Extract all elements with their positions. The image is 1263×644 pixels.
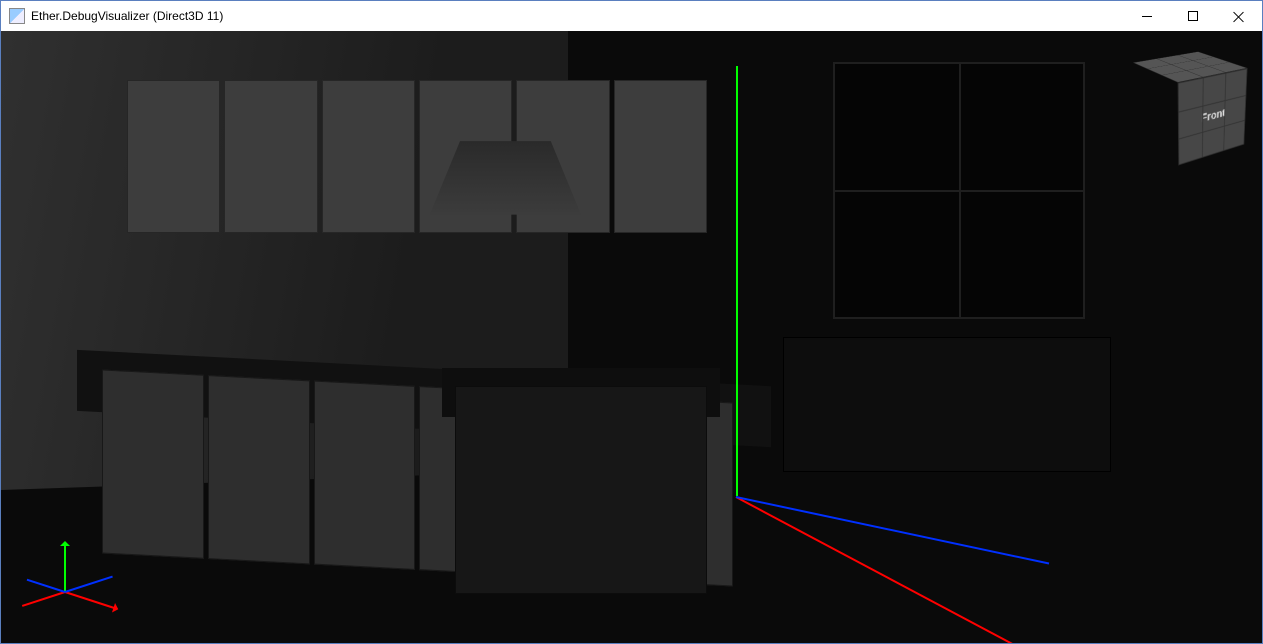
close-button[interactable] — [1216, 1, 1262, 31]
world-axis-x — [736, 496, 1117, 643]
scene-dining-table — [783, 337, 1111, 472]
3d-viewport[interactable]: Right Front — [1, 31, 1262, 643]
view-cube-front-label: Front — [1201, 107, 1225, 125]
maximize-button[interactable] — [1170, 1, 1216, 31]
titlebar[interactable]: Ether.DebugVisualizer (Direct3D 11) — [1, 1, 1262, 31]
world-axis-z — [736, 496, 1049, 564]
axis-y-icon — [64, 542, 66, 592]
axis-z-icon — [65, 576, 113, 593]
minimize-button[interactable] — [1124, 1, 1170, 31]
axis-neg-x-icon — [22, 591, 65, 607]
axis-neg-z-icon — [27, 579, 66, 593]
world-origin-gizmo — [736, 66, 737, 636]
maximize-icon — [1188, 11, 1198, 21]
minimize-icon — [1142, 16, 1152, 17]
window-title: Ether.DebugVisualizer (Direct3D 11) — [31, 9, 223, 23]
view-cube-face-front[interactable]: Front — [1178, 68, 1248, 166]
scene-window — [833, 62, 1085, 319]
app-icon — [9, 8, 25, 24]
scene-upper-cabinets — [127, 80, 707, 233]
axis-x-icon — [65, 591, 118, 610]
application-window: Ether.DebugVisualizer (Direct3D 11) — [0, 0, 1263, 644]
close-icon — [1233, 10, 1245, 22]
window-controls — [1124, 1, 1262, 31]
view-cube-body[interactable]: Right Front — [1154, 59, 1222, 150]
view-cube[interactable]: Right Front — [1134, 49, 1244, 159]
scene-island — [455, 386, 707, 594]
